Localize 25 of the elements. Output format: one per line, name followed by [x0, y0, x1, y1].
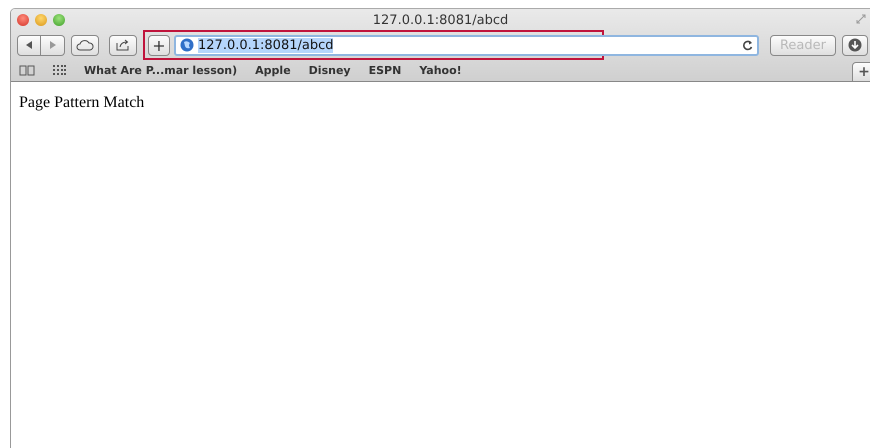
address-field[interactable]: 127.0.0.1:8081/abcd	[174, 34, 759, 56]
back-button[interactable]	[17, 34, 41, 56]
page-text: Page Pattern Match	[19, 94, 144, 111]
bookmark-link[interactable]: ESPN	[368, 64, 402, 76]
close-button[interactable]	[17, 14, 29, 26]
cloud-button[interactable]	[71, 34, 99, 56]
add-bookmark-button[interactable]: +	[148, 34, 170, 56]
grid-icon[interactable]	[53, 64, 66, 76]
forward-button[interactable]	[41, 34, 65, 56]
reload-icon[interactable]	[743, 40, 753, 50]
share-button[interactable]	[109, 34, 137, 56]
new-tab-button[interactable]: +	[852, 62, 870, 82]
left-triangle-icon	[25, 41, 33, 49]
bookmark-link[interactable]: Disney	[308, 64, 351, 76]
cloud-icon	[76, 39, 94, 51]
globe-icon	[180, 38, 194, 52]
right-triangle-icon	[48, 41, 56, 49]
downloads-button[interactable]	[842, 34, 868, 56]
bookmark-link[interactable]: What Are P...mar lesson)	[84, 64, 238, 76]
book-icon[interactable]	[19, 64, 35, 76]
share-icon	[116, 39, 130, 51]
window-title: 127.0.0.1:8081/abcd	[372, 12, 508, 28]
download-icon	[848, 38, 862, 52]
bookmark-link[interactable]: Yahoo!	[419, 64, 462, 76]
bookmark-link[interactable]: Apple	[255, 64, 291, 76]
